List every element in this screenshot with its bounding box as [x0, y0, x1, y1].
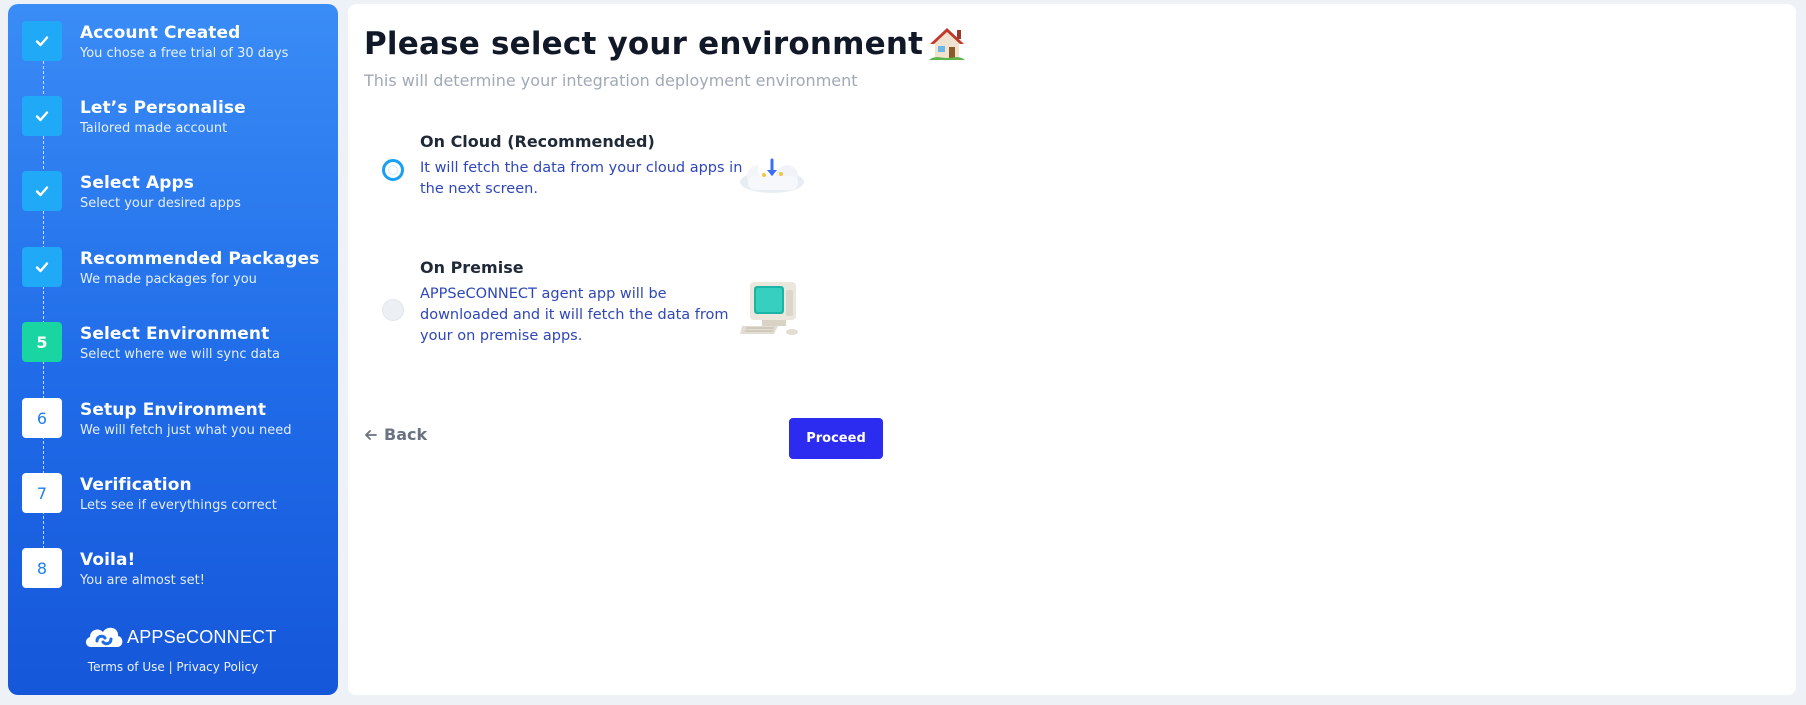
option-title: On Premise — [420, 258, 524, 277]
step-title: Let’s Personalise — [80, 98, 246, 118]
step-subtitle: Lets see if everythings correct — [80, 498, 277, 513]
legal-links: Terms of Use | Privacy Policy — [8, 660, 338, 674]
progress-sidebar: Account Created You chose a free trial o… — [8, 4, 338, 695]
main-panel: Please select your environment This will… — [348, 4, 1796, 695]
back-label: Back — [384, 425, 428, 444]
option-on-cloud[interactable]: On Cloud (Recommended) It will fetch the… — [378, 132, 808, 214]
step-verification[interactable]: 7 Verification Lets see if everythings c… — [22, 473, 332, 525]
step-subtitle: We made packages for you — [80, 272, 257, 287]
radio-on-premise[interactable] — [382, 299, 404, 321]
cloud-download-icon — [740, 155, 804, 193]
brand: APPSeCONNECT — [83, 623, 276, 651]
step-title: Voila! — [80, 550, 136, 570]
step-number-badge: 7 — [22, 473, 62, 513]
step-title: Verification — [80, 475, 192, 495]
proceed-button[interactable]: Proceed — [789, 418, 883, 459]
page-subtitle: This will determine your integration dep… — [364, 71, 858, 90]
option-title: On Cloud (Recommended) — [420, 132, 655, 151]
desktop-computer-icon — [740, 282, 798, 335]
check-icon — [22, 21, 62, 61]
house-icon — [929, 28, 966, 60]
step-lets-personalise[interactable]: Let’s Personalise Tailored made account — [22, 96, 332, 148]
back-button[interactable]: Back — [364, 425, 427, 444]
option-description: It will fetch the data from your cloud a… — [420, 160, 743, 197]
check-icon — [22, 247, 62, 287]
step-setup-environment[interactable]: 6 Setup Environment We will fetch just w… — [22, 398, 332, 450]
step-title: Select Environment — [80, 324, 270, 344]
step-number-badge: 5 — [22, 322, 62, 362]
option-description: APPSeCONNECT agent app will be downloade… — [420, 286, 729, 344]
step-title: Account Created — [80, 23, 241, 43]
option-on-premise[interactable]: On Premise APPSeCONNECT agent app will b… — [378, 258, 808, 360]
step-title: Setup Environment — [80, 400, 267, 420]
step-subtitle: You are almost set! — [80, 573, 205, 588]
step-select-environment[interactable]: 5 Select Environment Select where we wil… — [22, 322, 332, 374]
page-title-row: Please select your environment — [364, 26, 966, 62]
step-recommended-packages[interactable]: Recommended Packages We made packages fo… — [22, 247, 332, 299]
step-subtitle: Select your desired apps — [80, 196, 241, 211]
step-select-apps[interactable]: Select Apps Select your desired apps — [22, 171, 332, 223]
brand-name: APPSeCONNECT — [127, 626, 277, 647]
step-subtitle: You chose a free trial of 30 days — [80, 46, 289, 61]
arrow-left-icon — [365, 429, 377, 440]
check-icon — [22, 171, 62, 211]
legal-separator: | — [164, 660, 177, 674]
appseconnect-logo-icon — [85, 627, 123, 647]
terms-of-use-link[interactable]: Terms of Use — [88, 660, 165, 674]
step-subtitle: We will fetch just what you need — [80, 423, 292, 438]
step-subtitle: Select where we will sync data — [80, 347, 280, 362]
check-icon — [22, 96, 62, 136]
radio-on-cloud[interactable] — [382, 159, 404, 181]
step-account-created[interactable]: Account Created You chose a free trial o… — [22, 21, 332, 73]
step-number-badge: 6 — [22, 398, 62, 438]
step-voila[interactable]: 8 Voila! You are almost set! — [22, 548, 332, 600]
step-title: Recommended Packages — [80, 249, 320, 269]
step-subtitle: Tailored made account — [80, 121, 228, 136]
privacy-policy-link[interactable]: Privacy Policy — [176, 660, 258, 674]
step-number-badge: 8 — [22, 548, 62, 588]
page-title: Please select your environment — [364, 26, 924, 62]
step-title: Select Apps — [80, 173, 194, 193]
